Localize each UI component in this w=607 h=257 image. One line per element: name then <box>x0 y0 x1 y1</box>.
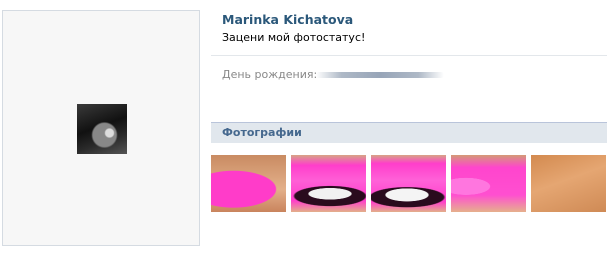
profile-photo-frame[interactable] <box>2 10 200 246</box>
birthday-value-redacted <box>316 72 444 78</box>
photo-thumbnail[interactable] <box>531 155 606 212</box>
divider <box>211 55 607 56</box>
photo-thumbnail[interactable] <box>211 155 286 212</box>
photo-thumbnail[interactable] <box>291 155 366 212</box>
photo-thumbnail[interactable] <box>371 155 446 212</box>
photo-thumbnail[interactable] <box>451 155 526 212</box>
birthday-label: День рождения: <box>222 68 318 81</box>
status-text[interactable]: Зацени мой фотостатус! <box>222 31 365 44</box>
photos-section-header[interactable]: Фотографии <box>211 122 607 143</box>
profile-name[interactable]: Marinka Kichatova <box>222 12 353 27</box>
photos-strip <box>211 155 607 212</box>
section-title[interactable]: Фотографии <box>222 126 302 139</box>
avatar[interactable] <box>77 104 127 154</box>
